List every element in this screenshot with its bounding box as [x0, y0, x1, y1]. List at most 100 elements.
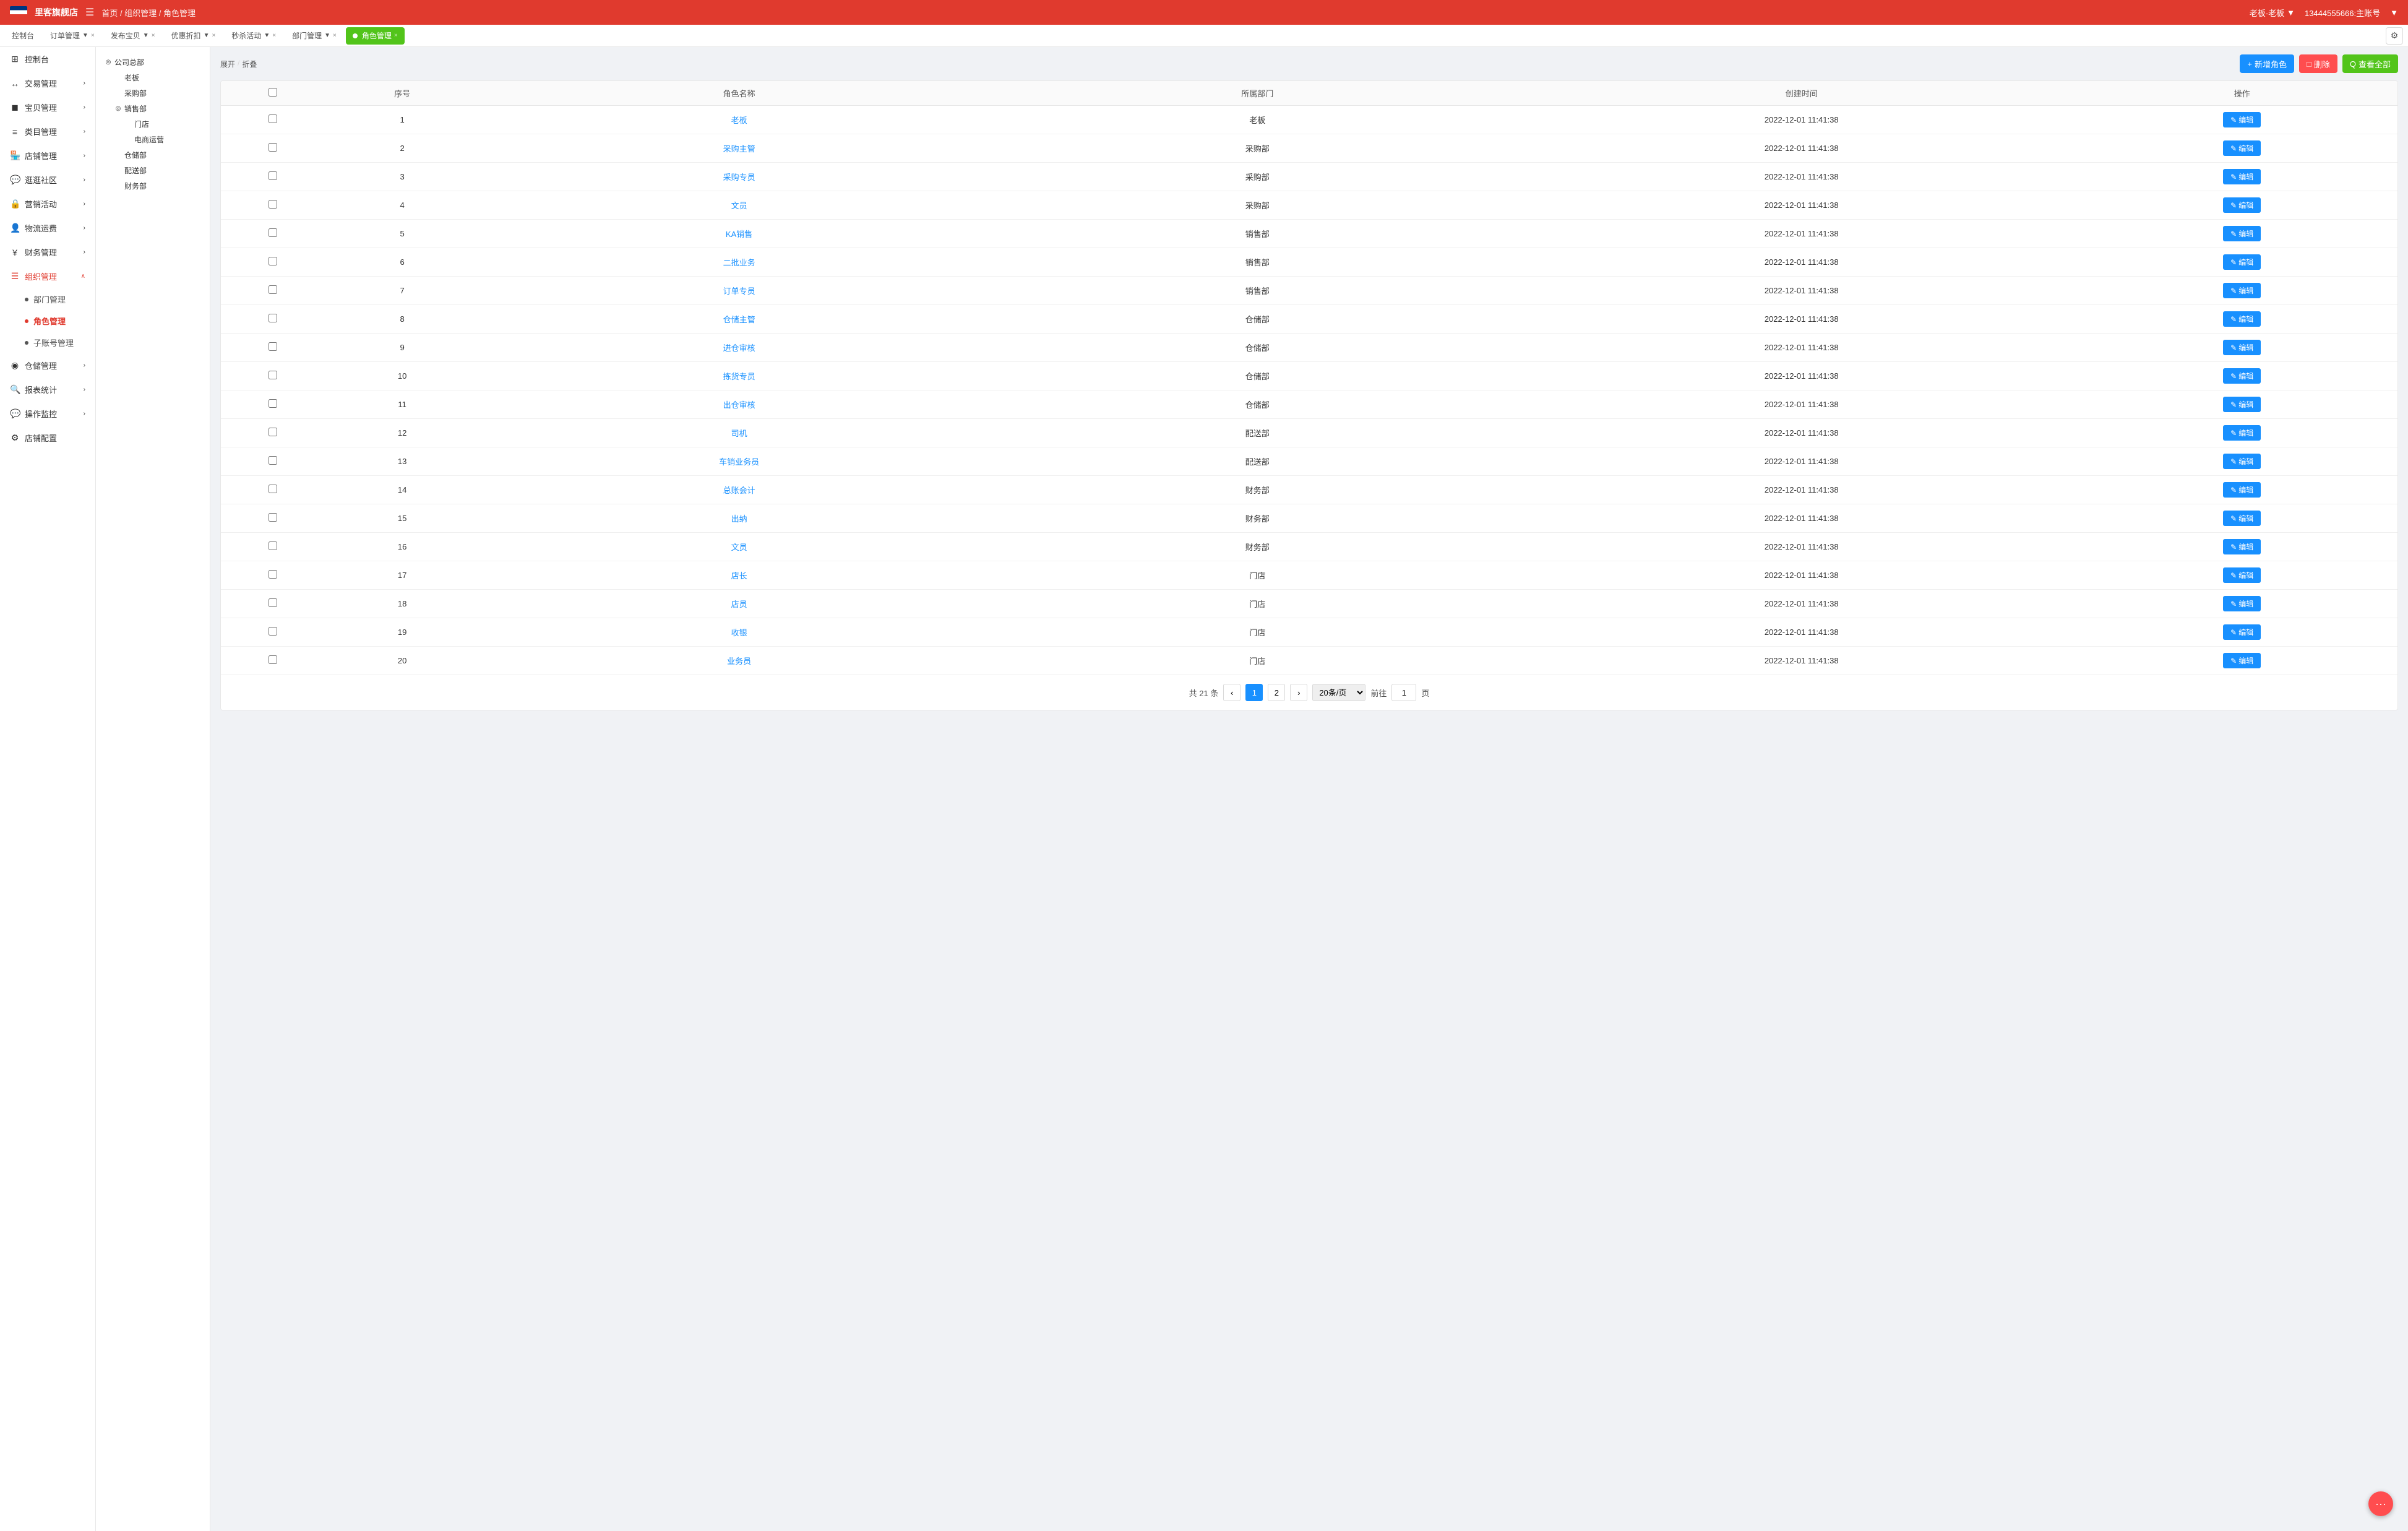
add-role-button[interactable]: + 新增角色 [2240, 54, 2294, 73]
close-icon-4[interactable]: × [272, 32, 276, 39]
page-size-select[interactable]: 20条/页 50条/页 100条/页 [1312, 684, 1365, 701]
row-role[interactable]: KA销售 [480, 220, 999, 248]
edit-button[interactable]: ✎ 编辑 [2223, 596, 2261, 611]
collapse-label[interactable]: 折叠 [242, 59, 257, 69]
edit-button[interactable]: ✎ 编辑 [2223, 539, 2261, 554]
delete-button[interactable]: □ 删除 [2299, 54, 2337, 73]
edit-button[interactable]: ✎ 编辑 [2223, 112, 2261, 127]
edit-button[interactable]: ✎ 编辑 [2223, 140, 2261, 156]
row-checkbox[interactable] [269, 598, 277, 607]
hamburger-icon[interactable]: ☰ [85, 6, 94, 19]
row-checkbox[interactable] [269, 200, 277, 209]
row-role[interactable]: 出仓审核 [480, 390, 999, 419]
tree-node-purchase[interactable]: 采购部 [113, 85, 202, 101]
row-checkbox[interactable] [269, 399, 277, 408]
row-role[interactable]: 采购专员 [480, 163, 999, 191]
tree-node-root[interactable]: ◎ 公司总部 [103, 54, 202, 70]
row-checkbox[interactable] [269, 456, 277, 465]
row-role[interactable]: 文员 [480, 191, 999, 220]
sidebar-item-report[interactable]: 🔍 报表统计 › [0, 377, 95, 402]
row-checkbox[interactable] [269, 570, 277, 579]
close-icon-2[interactable]: × [152, 32, 155, 39]
row-role[interactable]: 仓储主管 [480, 305, 999, 334]
row-checkbox[interactable] [269, 342, 277, 351]
row-checkbox[interactable] [269, 513, 277, 522]
sidebar-item-logistics[interactable]: 👤 物流运费 › [0, 216, 95, 240]
edit-button[interactable]: ✎ 编辑 [2223, 482, 2261, 498]
user-info[interactable]: 老板-老板 ▼ [2250, 7, 2295, 19]
row-checkbox[interactable] [269, 114, 277, 123]
tree-node-boss[interactable]: 老板 [113, 70, 202, 85]
row-role[interactable]: 出纳 [480, 504, 999, 533]
sidebar-item-dashboard[interactable]: ⊞ 控制台 [0, 47, 95, 71]
row-role[interactable]: 车销业务员 [480, 447, 999, 476]
sidebar-item-config[interactable]: ⚙ 店铺配置 [0, 426, 95, 450]
row-role[interactable]: 采购主管 [480, 134, 999, 163]
tree-node-sales[interactable]: ◎ 销售部 [113, 101, 202, 116]
row-role[interactable]: 业务员 [480, 647, 999, 675]
tree-node-delivery[interactable]: 配送部 [113, 163, 202, 178]
row-checkbox[interactable] [269, 228, 277, 237]
tab-publish[interactable]: 发布宝贝 ▼ × [104, 27, 162, 45]
select-all-checkbox[interactable] [269, 88, 277, 97]
row-checkbox[interactable] [269, 428, 277, 436]
edit-button[interactable]: ✎ 编辑 [2223, 169, 2261, 184]
edit-button[interactable]: ✎ 编辑 [2223, 511, 2261, 526]
row-role[interactable]: 收银 [480, 618, 999, 647]
edit-button[interactable]: ✎ 编辑 [2223, 454, 2261, 469]
account-info[interactable]: 13444555666:主账号 [2305, 7, 2380, 19]
edit-button[interactable]: ✎ 编辑 [2223, 397, 2261, 412]
row-checkbox[interactable] [269, 314, 277, 322]
row-checkbox[interactable] [269, 285, 277, 294]
row-checkbox[interactable] [269, 257, 277, 265]
view-all-button[interactable]: Q 查看全部 [2342, 54, 2398, 73]
float-chat-button[interactable]: ··· [2368, 1491, 2393, 1516]
page-2-button[interactable]: 2 [1268, 684, 1285, 701]
row-checkbox[interactable] [269, 171, 277, 180]
tree-node-warehouse[interactable]: 仓储部 [113, 147, 202, 163]
sidebar-item-sub-account[interactable]: 子账号管理 [0, 332, 95, 353]
sidebar-item-category[interactable]: ≡ 类目管理 › [0, 119, 95, 144]
page-1-button[interactable]: 1 [1245, 684, 1263, 701]
sidebar-item-treasure[interactable]: ◼ 宝贝管理 › [0, 95, 95, 119]
row-role[interactable]: 司机 [480, 419, 999, 447]
tree-node-store[interactable]: 门店 [123, 116, 202, 132]
row-checkbox[interactable] [269, 627, 277, 636]
row-checkbox[interactable] [269, 541, 277, 550]
sidebar-item-warehouse[interactable]: ◉ 仓储管理 › [0, 353, 95, 377]
close-icon[interactable]: × [91, 32, 95, 39]
tab-dashboard[interactable]: 控制台 [5, 27, 41, 45]
row-role[interactable]: 订单专员 [480, 277, 999, 305]
edit-button[interactable]: ✎ 编辑 [2223, 283, 2261, 298]
tab-settings-icon[interactable]: ⚙ [2386, 27, 2403, 45]
sidebar-item-org[interactable]: ☰ 组织管理 ∧ [0, 264, 95, 288]
close-icon-3[interactable]: × [212, 32, 215, 39]
prev-page-button[interactable]: ‹ [1223, 684, 1241, 701]
tab-seckill[interactable]: 秒杀活动 ▼ × [225, 27, 283, 45]
tab-discount[interactable]: 优惠折扣 ▼ × [165, 27, 223, 45]
row-role[interactable]: 总账会计 [480, 476, 999, 504]
row-role[interactable]: 二批业务 [480, 248, 999, 277]
goto-page-input[interactable] [1391, 684, 1416, 701]
row-checkbox[interactable] [269, 371, 277, 379]
tree-node-ecommerce[interactable]: 电商运营 [123, 132, 202, 147]
row-role[interactable]: 拣货专员 [480, 362, 999, 390]
edit-button[interactable]: ✎ 编辑 [2223, 340, 2261, 355]
tab-role[interactable]: 角色管理 × [346, 27, 405, 45]
sidebar-item-monitor[interactable]: 💬 操作监控 › [0, 402, 95, 426]
row-checkbox[interactable] [269, 485, 277, 493]
edit-button[interactable]: ✎ 编辑 [2223, 311, 2261, 327]
close-icon-6[interactable]: × [394, 32, 398, 39]
row-checkbox[interactable] [269, 143, 277, 152]
row-role[interactable]: 店长 [480, 561, 999, 590]
row-role[interactable]: 老板 [480, 106, 999, 134]
sidebar-item-trade[interactable]: ↔ 交易管理 › [0, 71, 95, 95]
next-page-button[interactable]: › [1290, 684, 1307, 701]
edit-button[interactable]: ✎ 编辑 [2223, 226, 2261, 241]
edit-button[interactable]: ✎ 编辑 [2223, 368, 2261, 384]
sidebar-item-shop[interactable]: 🏪 店铺管理 › [0, 144, 95, 168]
row-role[interactable]: 文员 [480, 533, 999, 561]
edit-button[interactable]: ✎ 编辑 [2223, 653, 2261, 668]
sidebar-item-dept-mgmt[interactable]: 部门管理 [0, 288, 95, 310]
row-role[interactable]: 进仓审核 [480, 334, 999, 362]
